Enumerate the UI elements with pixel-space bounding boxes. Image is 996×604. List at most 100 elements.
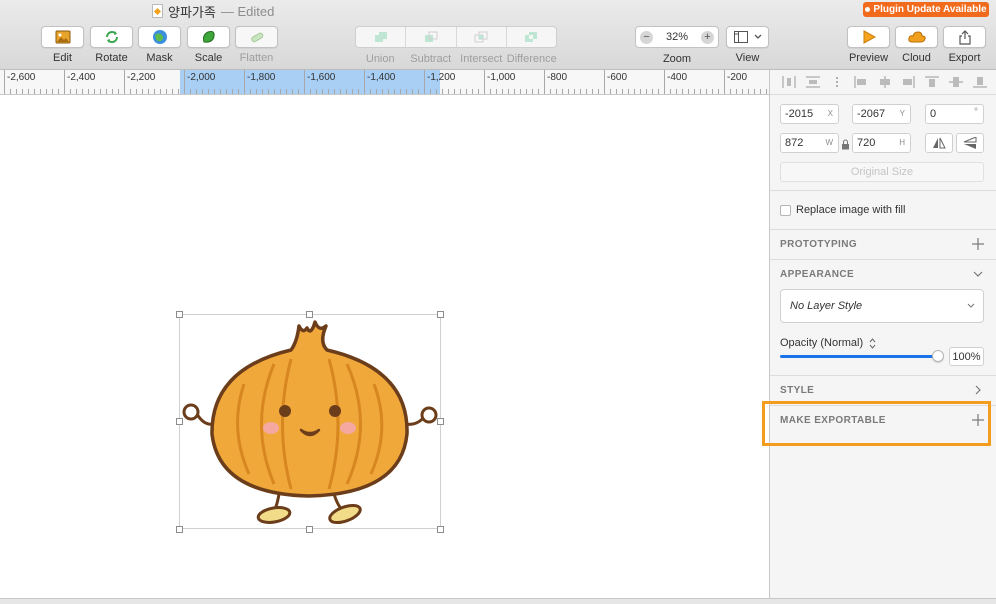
distribute-vertical-icon[interactable] <box>805 76 820 88</box>
view-tool[interactable]: View <box>726 26 769 64</box>
divider <box>770 229 996 230</box>
flatten-button[interactable] <box>235 26 278 48</box>
expand-style-icon[interactable] <box>972 384 984 396</box>
ruler-tick <box>574 89 575 94</box>
rotate-icon <box>105 31 118 43</box>
ruler-tick <box>544 70 545 94</box>
align-right-icon[interactable] <box>901 76 915 88</box>
horizontal-ruler[interactable]: -2,600 -2,400 -2,200 -2,000 -1,800 -1,60… <box>0 70 769 95</box>
inspector-panel: -2015 X -2067 Y 0 ° 872 W 720 H Original… <box>769 70 996 598</box>
make-exportable-highlight <box>762 401 991 446</box>
ruler-label: -400 <box>667 72 688 83</box>
ruler-tick <box>148 89 149 94</box>
ruler-tick <box>184 70 185 94</box>
flip-horizontal-icon <box>933 137 946 149</box>
layer-style-dropdown[interactable]: No Layer Style <box>780 289 984 323</box>
export-button[interactable] <box>943 26 986 48</box>
align-bottom-icon[interactable] <box>973 76 987 88</box>
original-size-button[interactable]: Original Size <box>780 162 984 182</box>
mask-button[interactable] <box>138 26 181 48</box>
intersect-label: Intersect <box>460 53 503 65</box>
rotate-tool[interactable]: Rotate <box>90 26 133 64</box>
add-prototyping-icon[interactable] <box>972 238 984 250</box>
edit-tool[interactable]: Edit <box>41 26 84 64</box>
preview-button[interactable] <box>847 26 890 48</box>
align-top-icon[interactable] <box>925 76 940 88</box>
more-options-icon[interactable] <box>830 76 844 88</box>
x-position-field[interactable]: -2015 X <box>780 104 839 124</box>
opacity-label: Opacity (Normal) <box>780 337 876 349</box>
resize-handle[interactable] <box>306 311 313 318</box>
ruler-tick <box>742 89 743 94</box>
zoom-out-button[interactable]: − <box>640 30 653 44</box>
resize-handle[interactable] <box>437 311 444 318</box>
chevron-down-icon <box>967 303 975 308</box>
scale-tool[interactable]: Scale <box>187 26 230 64</box>
preview-tool[interactable]: Preview <box>847 26 890 64</box>
flatten-tool[interactable]: Flatten <box>235 26 278 64</box>
flip-horizontal-button[interactable] <box>925 133 953 153</box>
view-button[interactable] <box>726 26 769 48</box>
cloud-tool[interactable]: Cloud <box>895 26 938 64</box>
resize-handle[interactable] <box>176 418 183 425</box>
scale-button[interactable] <box>187 26 230 48</box>
ruler-tick <box>514 89 515 94</box>
collapse-appearance-icon[interactable] <box>972 268 984 280</box>
plugin-update-badge[interactable]: Plugin Update Available <box>863 2 989 17</box>
intersect-button[interactable] <box>457 27 507 47</box>
ruler-tick <box>118 89 119 94</box>
boolean-operations <box>355 26 557 48</box>
ruler-label: -2,600 <box>7 72 36 83</box>
subtract-button[interactable] <box>406 27 457 47</box>
edit-image-icon <box>55 30 70 44</box>
ruler-tick <box>598 89 599 94</box>
play-icon <box>863 30 876 44</box>
height-field[interactable]: 720 H <box>852 133 911 153</box>
union-button[interactable] <box>356 27 407 47</box>
blend-mode-stepper-icon[interactable] <box>869 337 876 349</box>
resize-handle[interactable] <box>306 526 313 533</box>
canvas[interactable] <box>0 95 769 598</box>
ruler-tick <box>442 89 443 94</box>
align-center-icon[interactable] <box>878 76 892 88</box>
mask-tool[interactable]: Mask <box>138 26 181 64</box>
resize-handle[interactable] <box>437 418 444 425</box>
opacity-value-field[interactable]: 100% <box>949 347 984 366</box>
ruler-tick <box>766 89 767 94</box>
cloud-button[interactable] <box>895 26 938 48</box>
boolean-labels: Union Subtract Intersect Difference <box>355 53 557 65</box>
flatten-label: Flatten <box>239 52 274 64</box>
y-position-field[interactable]: -2067 Y <box>852 104 911 124</box>
flip-vertical-button[interactable] <box>956 133 984 153</box>
ruler-tick <box>286 89 287 94</box>
replace-image-checkbox[interactable] <box>780 205 791 216</box>
ruler-tick <box>616 89 617 94</box>
edit-button[interactable] <box>41 26 84 48</box>
resize-handle[interactable] <box>176 311 183 318</box>
ruler-tick <box>46 89 47 94</box>
ruler-tick <box>172 89 173 94</box>
rotation-field[interactable]: 0 ° <box>925 104 984 124</box>
ruler-tick <box>454 89 455 94</box>
flatten-icon <box>250 32 263 43</box>
distribute-horizontal-icon[interactable] <box>782 76 796 88</box>
export-tool[interactable]: Export <box>943 26 986 64</box>
zoom-in-button[interactable]: + <box>701 30 714 44</box>
resize-handle[interactable] <box>176 526 183 533</box>
align-middle-icon[interactable] <box>949 76 964 88</box>
resize-handle[interactable] <box>437 526 444 533</box>
lock-icon[interactable] <box>841 137 850 155</box>
opacity-slider-track[interactable] <box>780 355 938 358</box>
ruler-tick <box>466 89 467 94</box>
ruler-tick <box>136 89 137 94</box>
onion-image-layer[interactable] <box>179 314 441 529</box>
rotate-button[interactable] <box>90 26 133 48</box>
ruler-tick <box>388 89 389 94</box>
width-field[interactable]: 872 W <box>780 133 839 153</box>
ruler-tick <box>328 89 329 94</box>
ruler-label: -1,800 <box>247 72 276 83</box>
align-left-icon[interactable] <box>854 76 868 88</box>
difference-button[interactable] <box>507 27 556 47</box>
opacity-slider-knob[interactable] <box>932 350 944 362</box>
mask-label: Mask <box>146 52 173 64</box>
